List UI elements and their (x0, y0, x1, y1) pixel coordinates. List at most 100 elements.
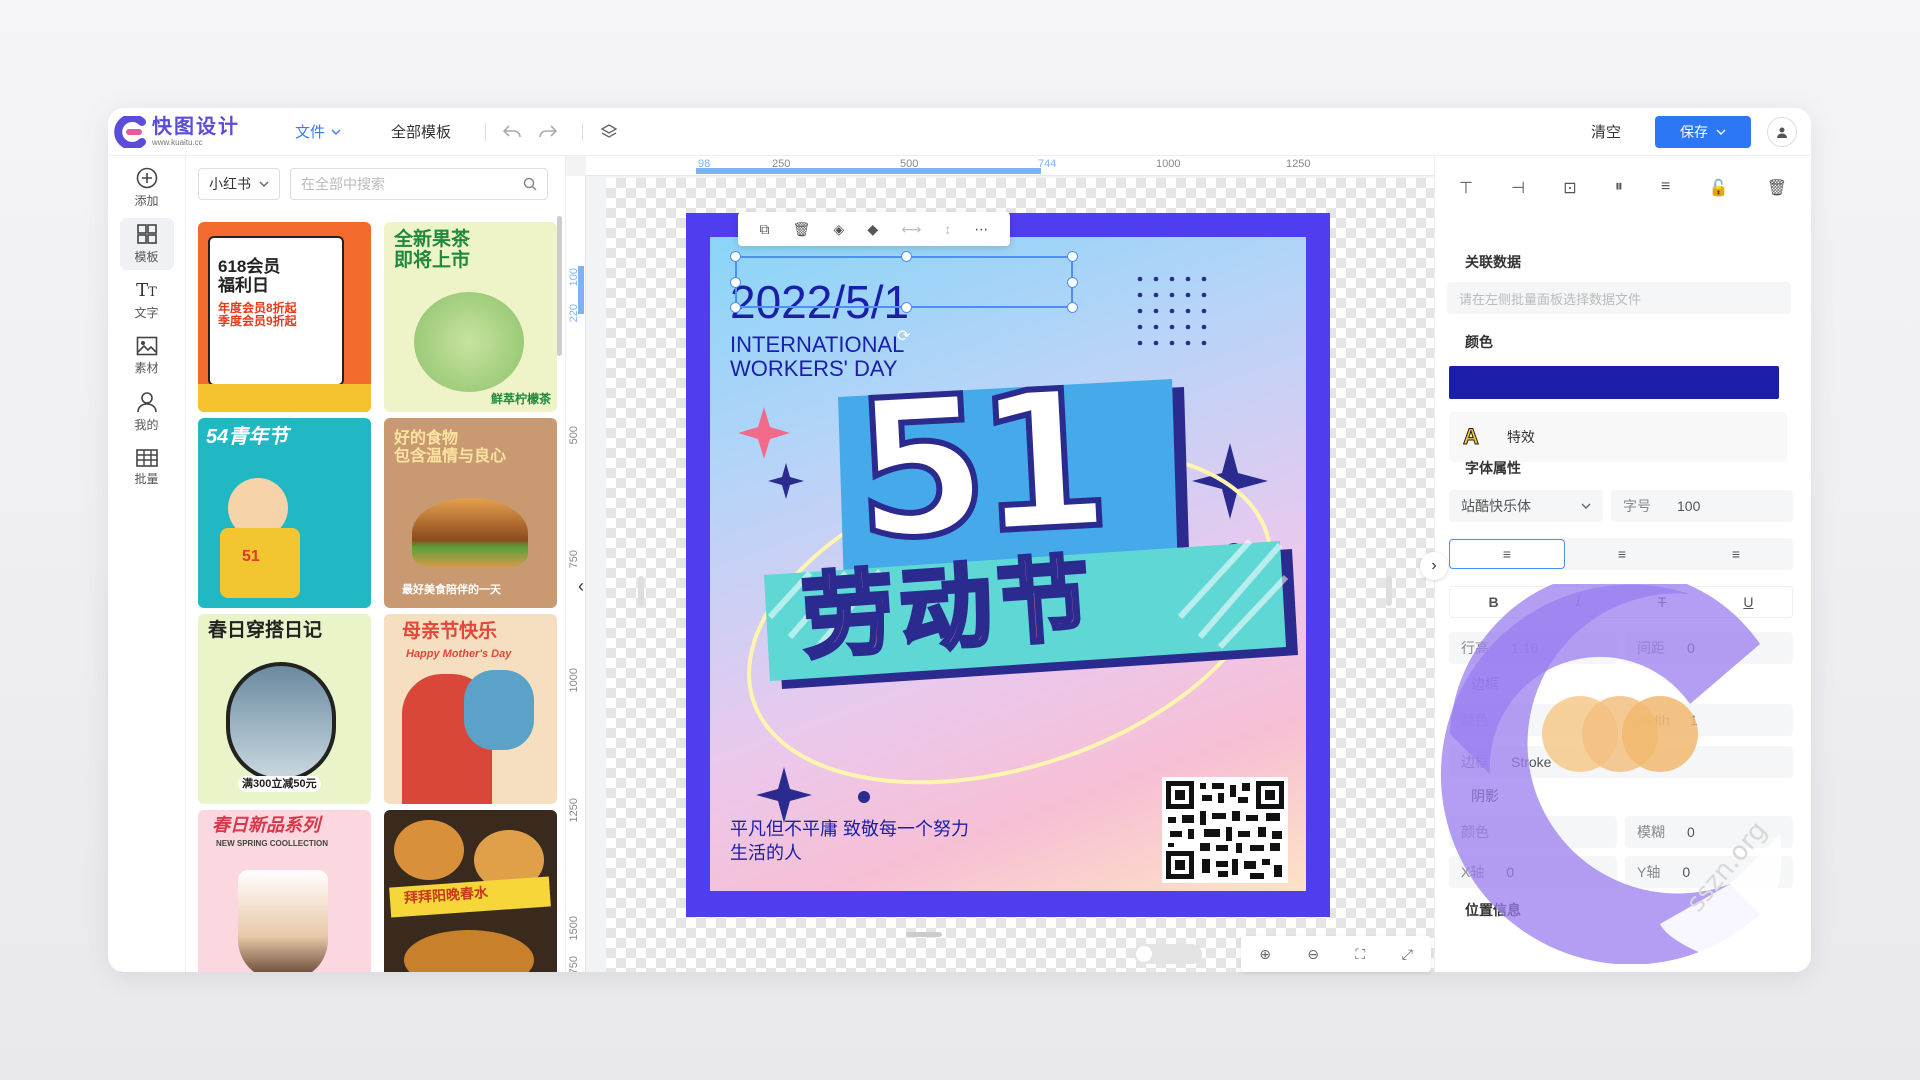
sidebar-item-templates[interactable]: 模板 (119, 218, 174, 270)
fit-screen-icon[interactable]: ⛶ (1355, 946, 1365, 963)
poster-subtitle[interactable]: INTERNATIONAL WORKERS' DAY (730, 333, 904, 381)
bold-button[interactable]: B (1488, 594, 1498, 610)
poster-canvas[interactable]: 51 劳动节 2022/5/1 INTERNATIONAL WORKERS' D… (686, 213, 1330, 917)
underline-button[interactable]: U (1743, 594, 1753, 610)
layer-up-icon[interactable]: ◈ (833, 221, 844, 238)
y-axis-label: Y轴 (1637, 864, 1661, 880)
undo-icon[interactable] (500, 120, 524, 144)
template-card[interactable]: 全新果茶 即将上市 鲜萃柠檬茶 (384, 222, 557, 412)
category-select[interactable]: 小红书 (198, 168, 280, 200)
template-title: 全新果茶 即将上市 (394, 229, 471, 271)
poster-big-number[interactable]: 51 (846, 346, 1108, 585)
zoom-in-icon[interactable]: ⊕ (1259, 946, 1271, 963)
font-family-select[interactable]: 站酷快乐体 (1449, 490, 1603, 522)
copy-icon[interactable]: ⧉ (760, 221, 770, 238)
template-card[interactable]: 54青年节 51 (198, 418, 371, 608)
rotate-icon[interactable]: ⟳ (897, 326, 910, 346)
color-swatch[interactable] (1449, 366, 1779, 399)
flip-horizontal-icon[interactable]: ⟷ (901, 221, 921, 238)
resize-handle[interactable] (730, 251, 741, 262)
search-input[interactable]: 在全部中搜索 (290, 168, 548, 200)
scrollbar[interactable] (557, 216, 562, 356)
resize-handle[interactable] (901, 302, 912, 313)
top-bar: 快图设计 www.kuaitu.cc 文件 全部模板 清空 保存 (108, 108, 1811, 156)
save-button[interactable]: 保存 (1655, 115, 1751, 148)
align-left-button[interactable]: ≡ (1449, 539, 1565, 569)
more-icon[interactable]: ⋯ (974, 221, 988, 238)
text-icon: TT (136, 279, 157, 301)
poster-slogan[interactable]: 平凡但不平庸 致敬每一个努力 生活的人 (730, 817, 969, 865)
sidebar-item-material[interactable]: 素材 (120, 330, 174, 382)
sidebar-item-text[interactable]: TT 文字 (120, 274, 174, 326)
template-card[interactable]: 母亲节快乐 Happy Mother's Day (384, 614, 557, 804)
logo[interactable]: 快图设计 www.kuaitu.cc (112, 113, 277, 150)
italic-button[interactable]: I (1575, 594, 1581, 610)
border-style-select[interactable]: 边框 Stroke (1449, 746, 1793, 778)
effects-row[interactable]: A 特效 (1449, 412, 1787, 462)
qr-code[interactable] (1162, 777, 1288, 883)
all-templates-menu[interactable]: 全部模板 (391, 121, 451, 142)
zoom-out-icon[interactable]: ⊖ (1307, 946, 1319, 963)
file-menu[interactable]: 文件 (295, 121, 341, 142)
linked-data-input[interactable]: 请在左侧批量面板选择数据文件 (1447, 282, 1791, 314)
resize-handle[interactable] (1386, 576, 1392, 606)
sidebar-item-add[interactable]: 添加 (120, 162, 174, 214)
fullscreen-icon[interactable]: ⤢ (1402, 946, 1413, 963)
align-vcenter-icon[interactable]: ⊣ (1511, 178, 1525, 198)
view-toggle[interactable] (1134, 944, 1202, 964)
poster-headline[interactable]: 劳动节 (797, 546, 1101, 672)
resize-handle[interactable] (730, 277, 741, 288)
collapse-left-icon[interactable]: ‹ (578, 576, 584, 597)
template-card[interactable]: 拜拜阳晚春水 (384, 810, 557, 972)
y-axis-field[interactable]: Y轴 0 (1625, 856, 1793, 888)
layer-down-icon[interactable]: ◆ (867, 221, 878, 238)
shadow-color-field[interactable]: 颜色 (1449, 816, 1617, 848)
strikethrough-button[interactable]: T (1658, 594, 1667, 610)
x-axis-field[interactable]: X轴 0 (1449, 856, 1617, 888)
flip-vertical-icon[interactable]: ↕ (944, 221, 951, 237)
delete-icon[interactable]: 🗑 (1767, 178, 1787, 198)
effects-icon: A (1463, 424, 1480, 450)
user-avatar-button[interactable] (1767, 116, 1797, 147)
align-bottom-icon[interactable]: ≡ (1661, 178, 1670, 198)
border-color-field[interactable]: 颜色 (1449, 704, 1617, 736)
ruler-vertical: 100 220 500 750 1000 1250 1500 1750 (566, 176, 586, 972)
spacing-field[interactable]: 间距 0 (1625, 632, 1793, 664)
shadow-color-label: 颜色 (1461, 824, 1489, 840)
sidebar-item-mine[interactable]: 我的 (120, 386, 174, 438)
selection-box[interactable]: ⟳ (730, 251, 1078, 345)
font-size-field[interactable]: 字号 100 (1611, 490, 1793, 522)
lock-icon[interactable]: 🔓 (1709, 178, 1729, 198)
template-card[interactable]: 好的食物 包含温情与良心 最好美食陪伴的一天 (384, 418, 557, 608)
border-width-field[interactable]: width 1 (1625, 704, 1793, 736)
align-center-button[interactable]: ≡ (1565, 539, 1679, 569)
align-right-button[interactable]: ≡ (1679, 539, 1793, 569)
resize-handle[interactable] (730, 302, 741, 313)
blur-field[interactable]: 模糊 0 (1625, 816, 1793, 848)
user-icon (1777, 127, 1787, 138)
sidebar-item-batch[interactable]: 批量 (120, 442, 174, 494)
delete-icon[interactable]: 🗑 (793, 221, 811, 238)
color-label: 颜色 (1465, 334, 1493, 350)
template-subtitle: 满300立减50元 (238, 775, 321, 792)
search-icon[interactable] (523, 177, 537, 191)
layers-icon[interactable] (597, 120, 621, 144)
resize-handle[interactable] (1067, 277, 1078, 288)
resize-handle[interactable] (1067, 251, 1078, 262)
align-hcenter-icon[interactable]: ⏸ (1615, 178, 1623, 198)
redo-icon[interactable] (536, 120, 560, 144)
font-size-value: 100 (1677, 498, 1701, 514)
template-card[interactable]: 618会员 福利日 年度会员8折起 季度会员9折起 (198, 222, 371, 412)
resize-handle[interactable] (901, 251, 912, 262)
template-card[interactable]: 春日新品系列 NEW SPRING COOLLECTION (198, 810, 371, 972)
resize-handle[interactable] (906, 932, 942, 937)
collapse-right-icon[interactable]: › (1420, 552, 1448, 580)
line-height-field[interactable]: 行高 1.16 (1449, 632, 1617, 664)
font-attr-label: 字体属性 (1465, 460, 1521, 476)
resize-handle[interactable] (1067, 302, 1078, 313)
clear-button[interactable]: 清空 (1591, 121, 1621, 142)
resize-handle[interactable] (638, 576, 644, 606)
fit-icon[interactable]: ⊡ (1563, 178, 1576, 198)
align-top-icon[interactable]: ⊤ (1459, 178, 1473, 198)
template-card[interactable]: 春日穿搭日记 满300立减50元 (198, 614, 371, 804)
